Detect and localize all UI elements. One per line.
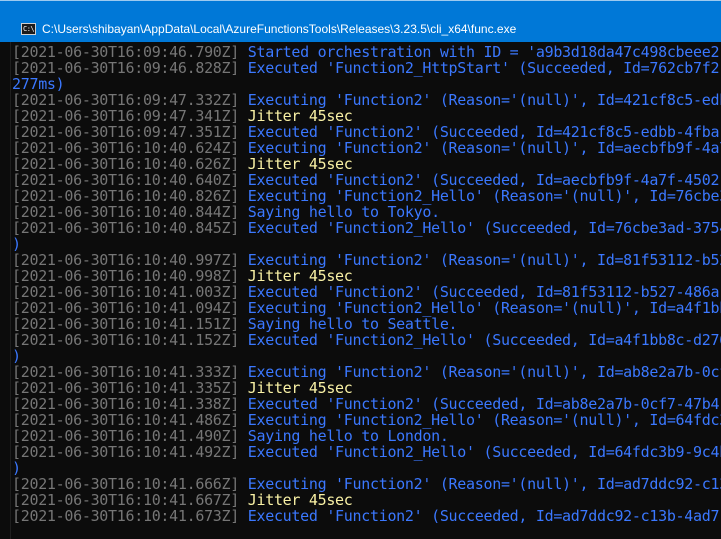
- log-line: [2021-06-30T16:10:41.666Z] Executing 'Fu…: [0, 476, 721, 492]
- title-bar[interactable]: C:\ C:\Users\shibayan\AppData\Local\Azur…: [0, 0, 721, 42]
- console-app-icon[interactable]: C:\: [21, 23, 36, 35]
- log-line: [2021-06-30T16:10:40.998Z] Jitter 45sec: [0, 268, 353, 284]
- log-line: [2021-06-30T16:10:40.626Z] Jitter 45sec: [0, 156, 353, 172]
- log-line: [2021-06-30T16:10:41.003Z] Executed 'Fun…: [0, 284, 721, 300]
- log-message: Executed 'Function2_HttpStart' (Succeede…: [247, 59, 721, 77]
- console-output[interactable]: [2021-06-30T16:09:46.790Z] Started orche…: [0, 42, 721, 539]
- log-line: [2021-06-30T16:10:41.335Z] Jitter 45sec: [0, 380, 353, 396]
- log-line: [2021-06-30T16:10:41.492Z] Executed 'Fun…: [0, 444, 721, 460]
- log-message: Executed 'Function2' (Succeeded, Id=ad7d…: [247, 507, 721, 525]
- log-line: [2021-06-30T16:10:40.845Z] Executed 'Fun…: [0, 220, 721, 236]
- console-window: C:\ C:\Users\shibayan\AppData\Local\Azur…: [0, 0, 721, 539]
- log-line: [2021-06-30T16:09:47.341Z] Jitter 45sec: [0, 108, 353, 124]
- log-line: [2021-06-30T16:10:40.826Z] Executing 'Fu…: [0, 188, 721, 204]
- log-line: [2021-06-30T16:10:40.997Z] Executing 'Fu…: [0, 252, 721, 268]
- log-line: [2021-06-30T16:09:46.828Z] Executed 'Fun…: [0, 60, 721, 76]
- log-line: [2021-06-30T16:09:47.332Z] Executing 'Fu…: [0, 92, 721, 108]
- log-line: [2021-06-30T16:10:41.333Z] Executing 'Fu…: [0, 364, 721, 380]
- log-line: [2021-06-30T16:10:41.490Z] Saying hello …: [0, 428, 449, 444]
- log-line: [2021-06-30T16:09:47.351Z] Executed 'Fun…: [0, 124, 721, 140]
- log-line: [2021-06-30T16:10:41.094Z] Executing 'Fu…: [0, 300, 721, 316]
- log-line: [2021-06-30T16:10:40.844Z] Saying hello …: [0, 204, 440, 220]
- window-title: C:\Users\shibayan\AppData\Local\AzureFun…: [42, 22, 517, 36]
- log-timestamp: [2021-06-30T16:10:41.673Z]: [12, 507, 240, 525]
- log-line: [2021-06-30T16:09:46.790Z] Started orche…: [0, 44, 721, 60]
- log-line: [2021-06-30T16:10:41.151Z] Saying hello …: [0, 316, 458, 332]
- log-message: Executed 'Function2_Hello' (Succeeded, I…: [247, 331, 721, 349]
- log-message: Executed 'Function2_Hello' (Succeeded, I…: [247, 219, 721, 237]
- log-timestamp: [2021-06-30T16:10:41.152Z]: [12, 331, 240, 349]
- log-line: [2021-06-30T16:10:40.624Z] Executing 'Fu…: [0, 140, 721, 156]
- log-timestamp: [2021-06-30T16:10:40.845Z]: [12, 219, 240, 237]
- log-line: [2021-06-30T16:10:41.152Z] Executed 'Fun…: [0, 332, 721, 348]
- log-line: [2021-06-30T16:10:41.486Z] Executing 'Fu…: [0, 412, 721, 428]
- log-line: [2021-06-30T16:10:41.667Z] Jitter 45sec: [0, 492, 353, 508]
- log-line: [2021-06-30T16:10:40.640Z] Executed 'Fun…: [0, 172, 721, 188]
- log-timestamp: [2021-06-30T16:10:41.492Z]: [12, 443, 240, 461]
- console-left-edge: [10, 42, 11, 539]
- log-line: [2021-06-30T16:10:41.338Z] Executed 'Fun…: [0, 396, 721, 412]
- log-line: [2021-06-30T16:10:41.673Z] Executed 'Fun…: [0, 508, 721, 524]
- log-message: Executed 'Function2_Hello' (Succeeded, I…: [247, 443, 721, 461]
